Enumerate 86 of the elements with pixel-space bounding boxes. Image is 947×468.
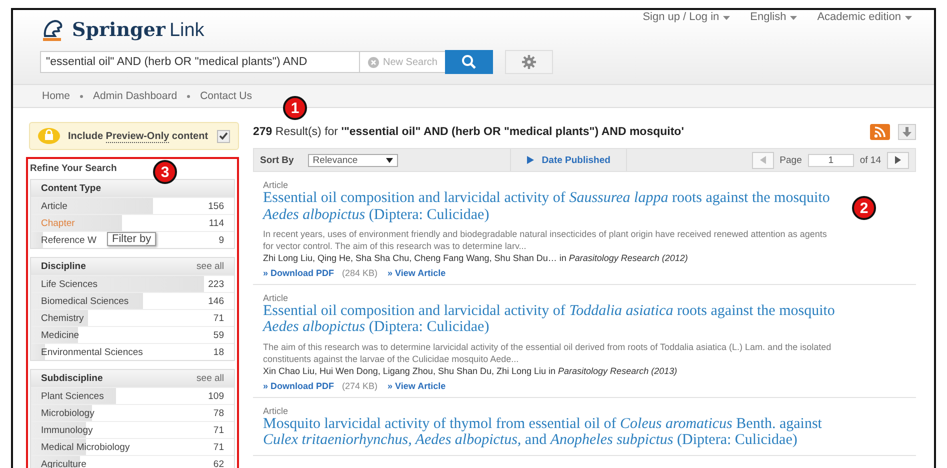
download-icon — [902, 126, 912, 138]
result-title-link[interactable]: Mosquito larvicidal activity of thymol from essential oil of Coleus aromaticus Benth. against Culex tritaeniorhynchus, Aedes albopictus, and Anopheles subpictus (Diptera: Culicidae) — [263, 416, 836, 449]
result-type: Article — [263, 292, 290, 303]
facet-count: 18 — [213, 346, 224, 358]
page-label: Page — [780, 154, 802, 166]
callout-marker: 3 — [153, 160, 177, 184]
facet-count: 114 — [208, 218, 224, 228]
nav-link[interactable]: Admin Dashboard — [93, 90, 178, 102]
page-total: of 14 — [860, 154, 881, 166]
facet-link[interactable]: Reference W — [41, 234, 96, 246]
callout-marker: 1 — [283, 96, 307, 120]
download-pdf-link[interactable]: » Download PDF — [263, 268, 334, 278]
result-snippet: In recent years, uses of environment friendly and biodegradable natural insecticides of plant origin have received renewed attention as agents for vector control. The aim of this research was to determine larv... — [263, 228, 828, 252]
facet-link[interactable]: Medicine — [41, 330, 80, 340]
caret-icon — [723, 16, 730, 20]
facet-link[interactable]: Immunology — [41, 424, 93, 436]
facet-title: Discipline — [41, 261, 86, 272]
result-snippet: The aim of this research was to determine larvicidal activity of the essential oil derived from roots of Toddalia asiatica (L.) Lam. and the isolated constituents against the larvae of the Culicidae mosquito Aede... — [263, 340, 832, 366]
file-size: (284 KB) — [342, 268, 378, 278]
result-type: Article — [263, 180, 290, 190]
facet-count: 156 — [208, 200, 224, 212]
result-authors: Xin Chao Liu, Hui Wen Dong, Ligang Zhou, Shu Shan Du, Zhi Long Liu in Parasitology Research (2013) — [263, 365, 678, 378]
facet-count: 109 — [208, 390, 224, 402]
rss-icon — [874, 126, 886, 138]
search-field[interactable]: "essential oil" AND (herb OR "medical plants") AND — [40, 51, 360, 73]
right-arrow-icon — [895, 156, 901, 164]
caret-icon — [905, 16, 912, 20]
facet-count: 223 — [208, 278, 224, 290]
result-type: Article — [263, 406, 290, 416]
facet-link[interactable]: Plant Sciences — [41, 390, 104, 402]
search-button[interactable] — [445, 50, 494, 74]
facet-count: 78 — [213, 408, 224, 418]
preview-label: Include Preview-Only content — [68, 130, 209, 142]
results-heading: 279 Result(s) for '"essential oil" AND (herb OR "medical plants") AND mosquito' — [253, 126, 685, 138]
facet-link[interactable]: Chemistry — [41, 312, 84, 324]
result-title-link[interactable]: Essential oil composition and larvicidal activity of Toddalia asiatica roots against the mosquito Aedes albopictus (Diptera: Culicidae) — [263, 302, 836, 336]
nav-link[interactable]: Home — [42, 90, 70, 102]
page-input[interactable]: 1 — [808, 154, 854, 166]
view-article-link[interactable]: » View Article — [388, 268, 446, 278]
view-article-link[interactable]: » View Article — [388, 380, 446, 391]
facet-link[interactable]: Biomedical Sciences — [41, 296, 129, 306]
tooltip: Filter by — [107, 232, 156, 246]
facet-count: 71 — [213, 442, 224, 452]
result-authors: Zhi Long Liu, Qing He, Sha Sha Chu, Cheng Fang Wang, Shu Shan Du… in Parasitology Research (2012) — [263, 252, 689, 265]
date-published-link[interactable]: Date Published — [510, 149, 628, 171]
header-link[interactable]: English — [750, 11, 786, 42]
logo-text[interactable]: Springer Link — [72, 18, 204, 42]
refine-title: Refine Your Search — [30, 163, 117, 174]
left-arrow-icon — [760, 156, 766, 164]
sort-label: Sort By — [260, 154, 294, 166]
see-all-link[interactable]: see all — [196, 261, 224, 272]
settings-icon — [521, 54, 538, 70]
caret-icon — [386, 158, 393, 162]
play-icon — [526, 156, 534, 164]
sort-dropdown[interactable]: Relevance — [308, 154, 398, 166]
header-link[interactable]: Academic edition — [817, 11, 901, 42]
facet-link[interactable]: Life Sciences — [41, 278, 98, 290]
next-page-button[interactable] — [887, 152, 909, 168]
search-icon — [461, 54, 478, 70]
see-all-link[interactable]: see all — [196, 373, 224, 384]
nav-link[interactable]: Contact Us — [200, 90, 252, 102]
facet-link[interactable]: Medical Microbiology — [41, 442, 130, 452]
download-button[interactable] — [898, 124, 916, 140]
facet-count: 9 — [218, 234, 224, 246]
facet-link[interactable]: Article — [41, 200, 68, 212]
facet-link[interactable]: Microbiology — [41, 408, 94, 418]
facet-count: 62 — [213, 458, 224, 468]
previous-page-button[interactable] — [752, 152, 774, 168]
preview-checkbox[interactable] — [217, 130, 230, 142]
file-size: (274 KB) — [342, 380, 378, 391]
facet-count: 146 — [208, 296, 224, 306]
facet-link[interactable]: Environmental Sciences — [41, 346, 143, 358]
download-pdf-link[interactable]: » Download PDF — [263, 380, 334, 391]
facet-count: 59 — [213, 330, 224, 340]
clear-icon — [368, 56, 379, 68]
facet-count: 71 — [213, 424, 224, 436]
facet-title: Subdiscipline — [41, 373, 103, 384]
lock-icon — [38, 128, 60, 144]
header-link[interactable]: Sign up / Log in — [642, 11, 720, 42]
result-title-link[interactable]: Essential oil composition and larvicidal activity of Saussurea lappa roots against the mosquito Aedes albopictus (Diptera: Culicidae) — [263, 190, 836, 223]
facet-title: Content Type — [41, 183, 101, 194]
callout-marker: 2 — [852, 196, 876, 220]
settings-button[interactable] — [505, 50, 554, 74]
rss-button[interactable] — [870, 124, 890, 140]
caret-icon — [790, 16, 798, 20]
facet-count: 71 — [213, 312, 224, 324]
